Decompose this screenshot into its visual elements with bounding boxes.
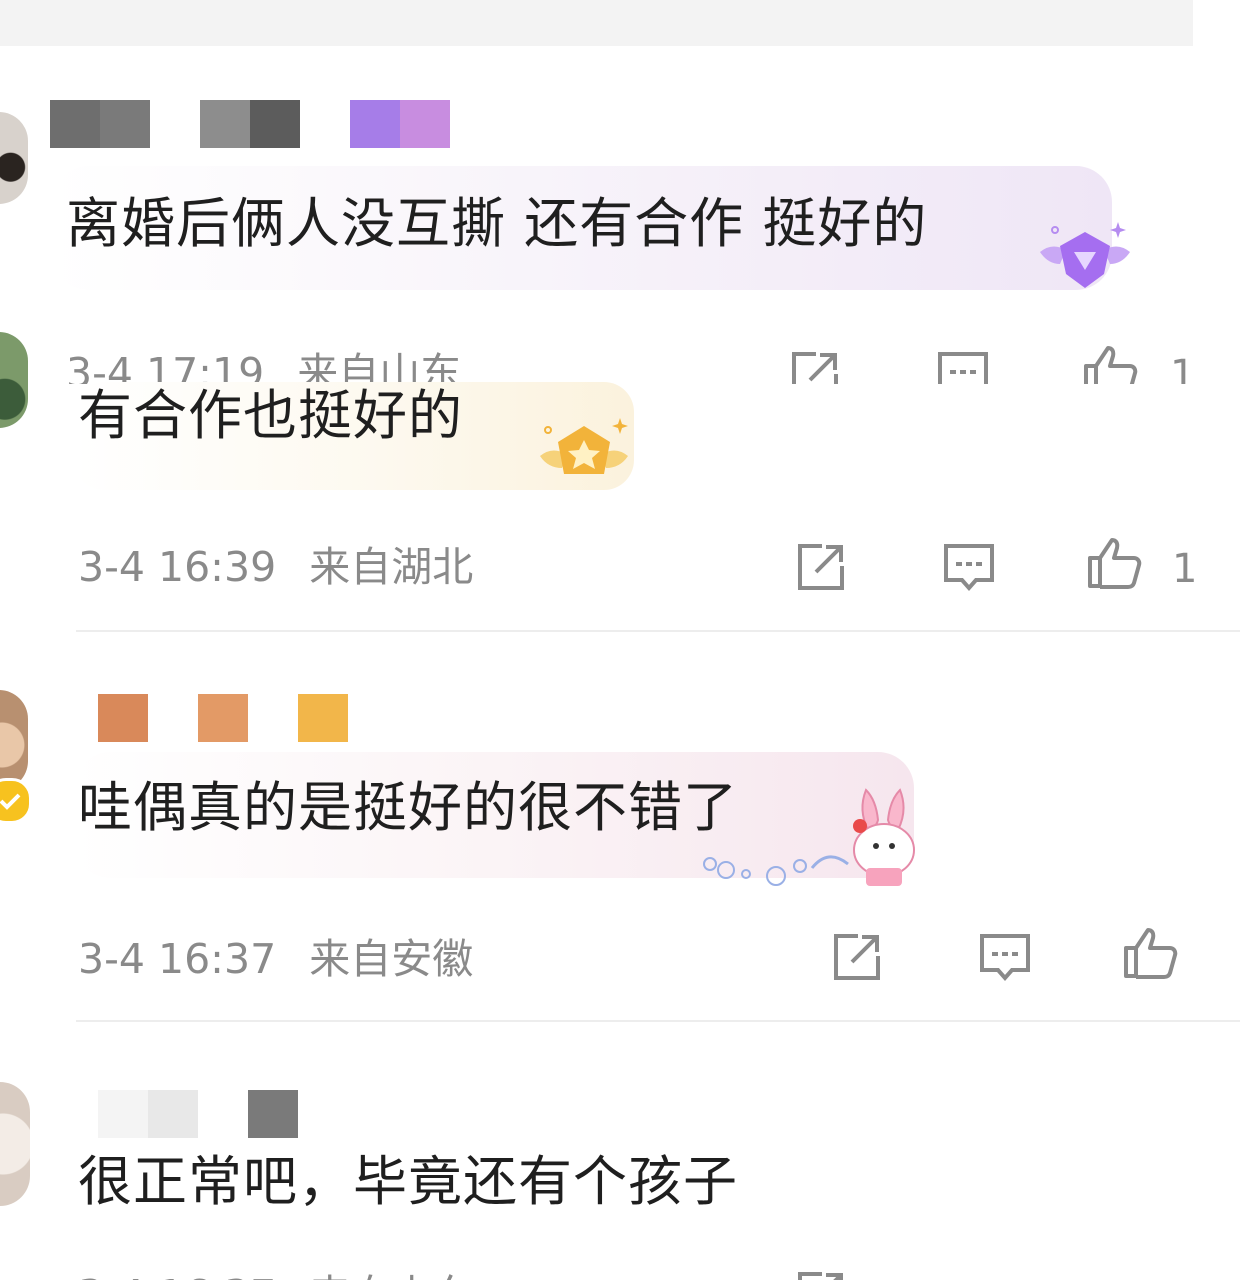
like-button[interactable]	[1082, 342, 1140, 384]
comment-meta: 3-4 16:37 来自安徽	[78, 934, 473, 984]
user-avatar[interactable]	[0, 1082, 30, 1206]
previous-content-band	[0, 0, 1193, 46]
user-avatar[interactable]	[0, 690, 28, 790]
comment-meta-row: 3-4 16:37 来自山东	[0, 1266, 1240, 1280]
comment-icon	[980, 934, 1030, 982]
share-button[interactable]	[828, 928, 886, 986]
comment-location: 来自湖北	[309, 543, 474, 591]
share-icon	[834, 934, 880, 980]
share-icon	[798, 1272, 843, 1280]
share-button[interactable]	[792, 1266, 850, 1280]
comment-divider	[76, 630, 1240, 632]
share-icon	[798, 544, 844, 590]
comment-location: 来自山东	[297, 349, 462, 384]
comment-timestamp: 3-4 17:19	[66, 349, 265, 384]
username-redacted[interactable]	[98, 1090, 298, 1138]
comment-meta: 3-4 16:37 来自山东	[78, 1270, 473, 1280]
comment-divider	[76, 1020, 1240, 1022]
comment-text: 很正常吧，毕竟还有个孩子	[78, 1150, 738, 1213]
like-count: 1	[1172, 546, 1198, 592]
comment-button[interactable]	[934, 346, 992, 384]
pink-bunny-sticker-icon	[700, 784, 922, 894]
comment-icon	[938, 352, 988, 384]
gold-star-wing-badge-icon	[532, 412, 636, 498]
thumbs-up-icon	[1124, 928, 1178, 979]
user-avatar[interactable]	[0, 112, 28, 204]
comment-icon	[944, 544, 994, 592]
comment-meta-row: 3-4 17:19 来自山东 1	[0, 340, 1240, 384]
comment-location: 来自山东	[309, 1270, 473, 1280]
user-avatar[interactable]	[0, 332, 28, 428]
comment-meta: 3-4 16:39 来自湖北	[78, 542, 473, 592]
share-icon	[792, 352, 838, 384]
verified-badge-icon	[0, 778, 32, 824]
like-button[interactable]	[1086, 534, 1144, 592]
thumbs-up-icon	[1088, 538, 1142, 589]
like-count: 1	[1170, 352, 1196, 384]
like-button[interactable]	[1122, 924, 1180, 982]
comment-text: 离婚后俩人没互撕 还有合作 挺好的	[66, 192, 928, 255]
share-button[interactable]	[786, 346, 844, 384]
share-button[interactable]	[792, 538, 850, 596]
comment-timestamp: 3-4 16:37	[78, 1270, 276, 1280]
comment-button[interactable]	[976, 928, 1034, 986]
comment-timestamp: 3-4 16:39	[78, 543, 277, 591]
username-redacted[interactable]	[98, 694, 348, 742]
comment-text: 有合作也挺好的	[78, 384, 463, 447]
comment-location: 来自安徽	[309, 935, 474, 983]
comment-timestamp: 3-4 16:37	[78, 935, 277, 983]
diamond-wing-badge-icon	[1030, 212, 1140, 306]
username-redacted[interactable]	[50, 100, 450, 148]
comment-meta: 3-4 17:19 来自山东	[66, 348, 461, 384]
thumbs-up-icon	[1084, 346, 1138, 384]
comment-text: 哇偶真的是挺好的很不错了	[78, 776, 738, 839]
comment-button[interactable]	[940, 538, 998, 596]
